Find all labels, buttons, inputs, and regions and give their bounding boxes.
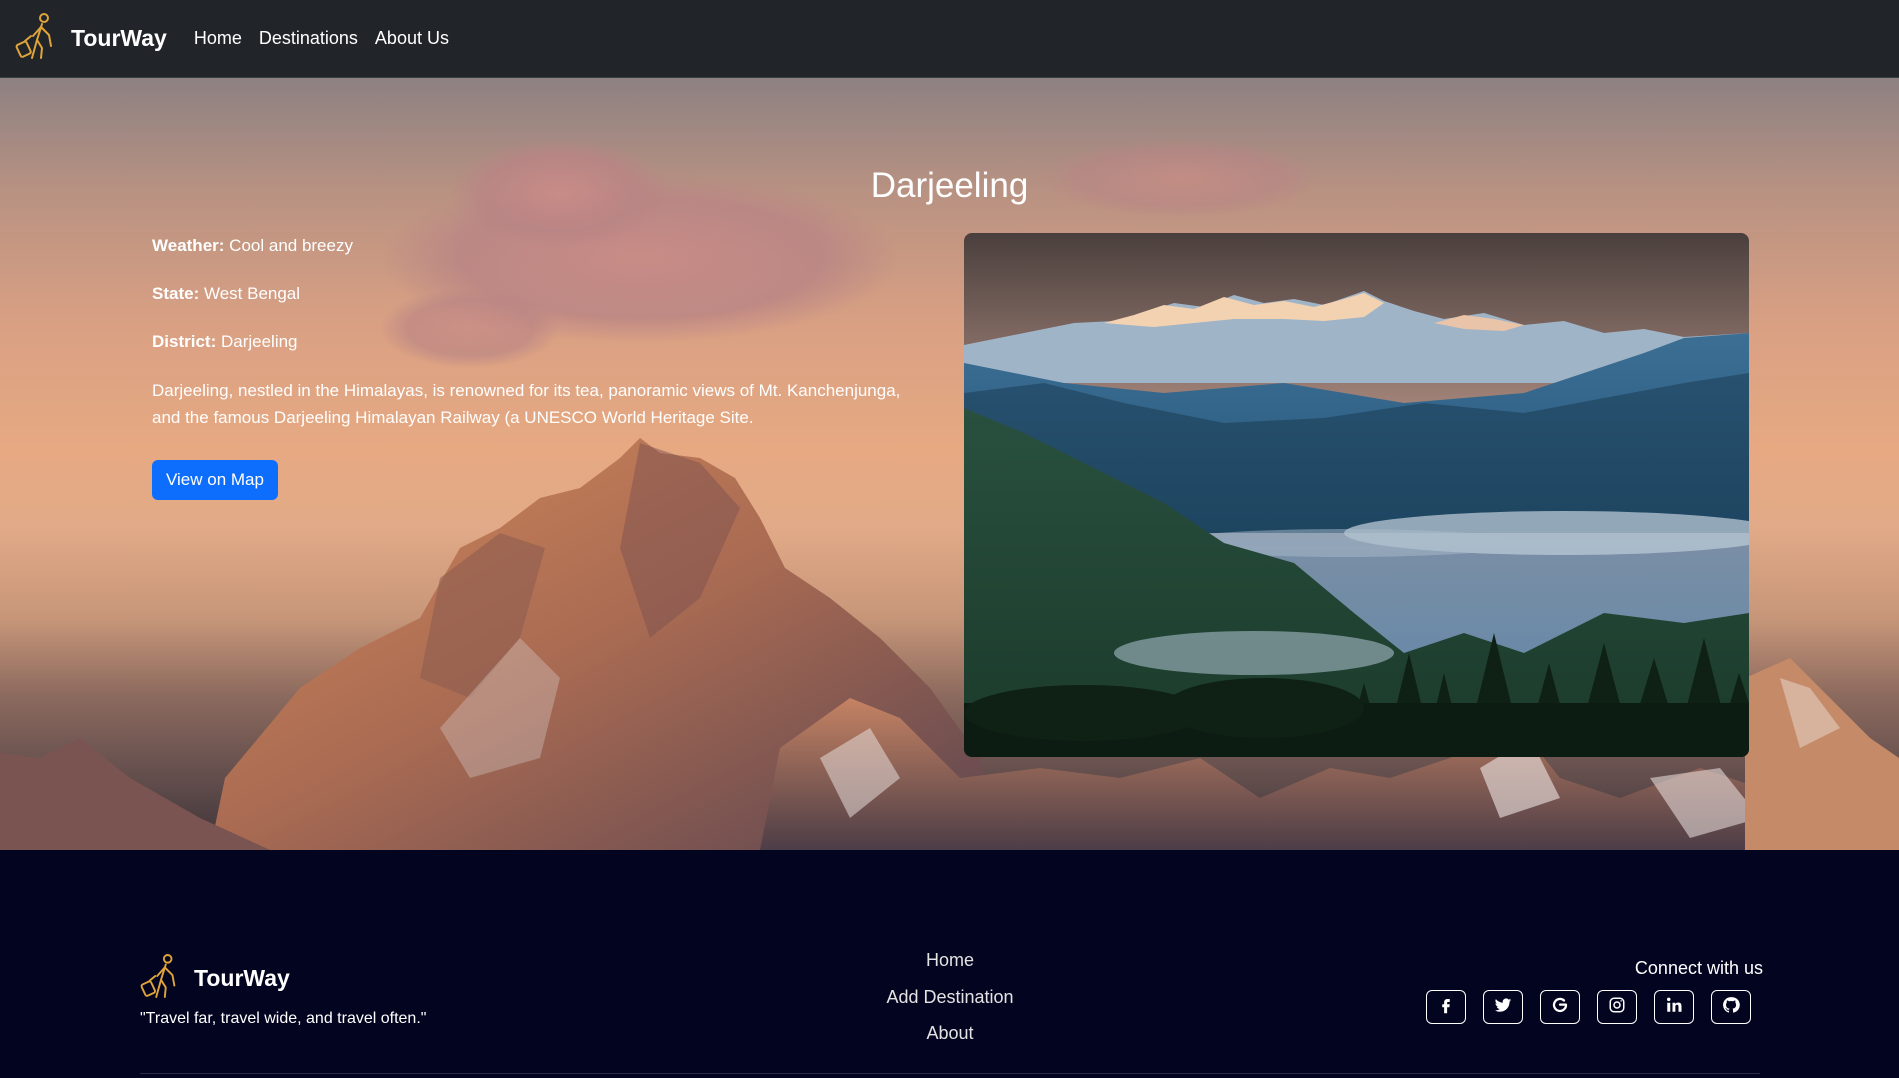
weather-label: Weather: — [152, 236, 225, 255]
state-label: State: — [152, 284, 200, 303]
github-icon — [1722, 996, 1740, 1019]
destination-photo — [964, 233, 1749, 757]
footer-divider — [140, 1073, 1760, 1074]
district-value: Darjeeling — [220, 332, 298, 351]
view-on-map-button[interactable]: View on Map — [152, 460, 278, 500]
instagram-icon — [1608, 996, 1626, 1019]
linkedin-icon — [1665, 996, 1683, 1019]
traveler-logo-icon — [15, 12, 59, 65]
github-button[interactable] — [1711, 990, 1751, 1024]
traveler-logo-icon — [140, 952, 182, 1005]
footer-tagline: "Travel far, travel wide, and travel oft… — [140, 1010, 427, 1027]
twitter-icon — [1494, 996, 1512, 1019]
connect-label: Connect with us — [1634, 958, 1763, 978]
weather-row: Weather: Cool and breezy — [152, 233, 932, 259]
linkedin-button[interactable] — [1654, 990, 1694, 1024]
social-links — [1426, 990, 1768, 1024]
nav-home-link[interactable]: Home — [194, 28, 242, 49]
destination-info: Weather: Cool and breezy State: West Ben… — [152, 233, 932, 500]
district-label: District: — [152, 332, 217, 351]
instagram-button[interactable] — [1597, 990, 1637, 1024]
footer-home-link[interactable]: Home — [850, 942, 1050, 979]
google-button[interactable] — [1540, 990, 1580, 1024]
nav-links: Home Destinations About Us — [194, 28, 466, 49]
footer-brand-name: TourWay — [194, 965, 290, 991]
footer-brand[interactable]: TourWay — [140, 952, 290, 1005]
site-footer: TourWay "Travel far, travel wide, and tr… — [0, 850, 1899, 1078]
footer-links: Home Add Destination About — [850, 942, 1050, 1052]
facebook-button[interactable] — [1426, 990, 1466, 1024]
google-icon — [1551, 996, 1569, 1019]
brand-name: TourWay — [71, 25, 167, 51]
weather-value: Cool and breezy — [229, 236, 353, 255]
destination-description: Darjeeling, nestled in the Himalayas, is… — [152, 381, 901, 427]
brand-link[interactable]: TourWay — [15, 12, 167, 65]
footer-add-destination-link[interactable]: Add Destination — [850, 979, 1050, 1016]
state-value: West Bengal — [203, 284, 301, 303]
district-row: District: Darjeeling — [152, 329, 932, 355]
facebook-icon — [1437, 996, 1455, 1019]
twitter-button[interactable] — [1483, 990, 1523, 1024]
destination-title: Darjeeling — [870, 166, 1029, 205]
nav-about-link[interactable]: About Us — [375, 28, 449, 49]
nav-destinations-link[interactable]: Destinations — [259, 28, 358, 49]
navbar: TourWay Home Destinations About Us — [0, 0, 1899, 78]
state-row: State: West Bengal — [152, 281, 932, 307]
footer-about-link[interactable]: About — [850, 1015, 1050, 1052]
destination-hero: Darjeeling Weather: Cool and breezy Stat… — [0, 78, 1899, 850]
